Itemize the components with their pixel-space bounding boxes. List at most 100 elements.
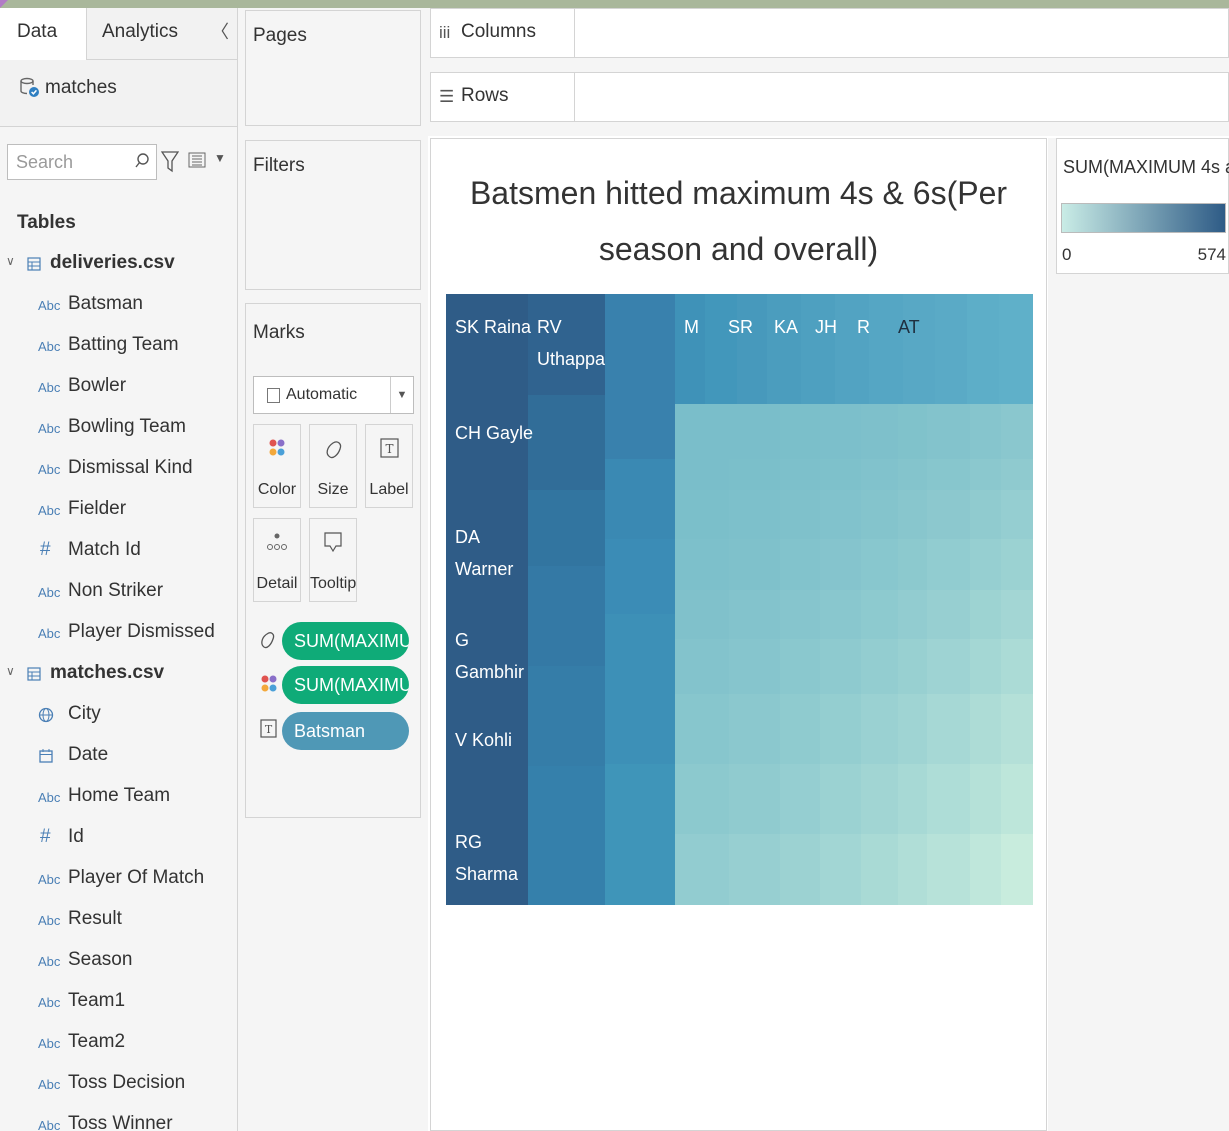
treemap-cell[interactable]	[820, 694, 861, 764]
treemap-cell[interactable]	[970, 539, 1001, 590]
treemap-cell[interactable]	[970, 639, 1001, 694]
search-input[interactable]: Search	[7, 144, 157, 180]
mark-type-dropdown[interactable]: Automatic ▼	[253, 376, 414, 414]
treemap-cell[interactable]	[970, 590, 1001, 639]
treemap-cell[interactable]	[729, 404, 780, 459]
treemap-cell[interactable]	[729, 539, 780, 590]
treemap-cell[interactable]	[780, 639, 820, 694]
treemap-cell[interactable]	[935, 294, 967, 404]
view-dropdown-icon[interactable]: ▼	[214, 151, 226, 165]
treemap-cell[interactable]	[528, 766, 605, 905]
treemap-cell[interactable]	[861, 459, 898, 490]
treemap-cell[interactable]	[820, 639, 861, 694]
treemap-cell[interactable]	[780, 834, 820, 905]
treemap-cell[interactable]	[675, 764, 729, 834]
treemap-cell[interactable]	[820, 590, 861, 639]
treemap-cell[interactable]	[605, 764, 675, 905]
treemap-cell[interactable]	[675, 490, 729, 539]
color-legend[interactable]: SUM(MAXIMUM 4s an... 0 574	[1056, 138, 1229, 274]
treemap-cell[interactable]	[729, 590, 780, 639]
treemap-cell[interactable]	[605, 294, 675, 459]
detail-button[interactable]: Detail	[253, 518, 301, 602]
color-button[interactable]: Color	[253, 424, 301, 508]
treemap-cell[interactable]	[605, 459, 675, 539]
treemap-cell[interactable]	[1001, 834, 1033, 905]
treemap-cell[interactable]	[820, 404, 861, 459]
treemap-cell[interactable]	[970, 459, 1001, 490]
treemap-cell[interactable]	[675, 834, 729, 905]
treemap-cell[interactable]	[780, 539, 820, 590]
treemap-cell[interactable]	[927, 639, 970, 694]
treemap-cell[interactable]	[1001, 639, 1033, 694]
treemap-cell[interactable]	[1001, 490, 1033, 539]
treemap-cell[interactable]	[1001, 459, 1033, 490]
treemap-cell[interactable]	[927, 490, 970, 539]
datasource-row[interactable]: matches	[0, 60, 237, 127]
treemap-cell[interactable]	[898, 834, 927, 905]
treemap-cell[interactable]	[528, 395, 605, 490]
pages-card[interactable]: Pages	[245, 10, 421, 126]
treemap-cell[interactable]	[861, 404, 898, 459]
color-pill[interactable]: SUM(MAXIMU..	[282, 666, 409, 704]
treemap-cell[interactable]	[1001, 539, 1033, 590]
treemap-cell[interactable]	[861, 590, 898, 639]
treemap-cell[interactable]	[898, 539, 927, 590]
treemap-cell[interactable]	[780, 404, 820, 459]
rows-shelf[interactable]: ☰ Rows	[430, 72, 1229, 122]
treemap-cell[interactable]	[528, 566, 605, 666]
treemap-cell[interactable]	[675, 694, 729, 764]
treemap-cell[interactable]	[1001, 590, 1033, 639]
treemap-cell[interactable]	[729, 834, 780, 905]
treemap-cell[interactable]	[675, 459, 729, 490]
treemap-cell[interactable]	[605, 539, 675, 614]
treemap-cell[interactable]	[927, 459, 970, 490]
filters-card[interactable]: Filters	[245, 140, 421, 290]
treemap-cell[interactable]	[1001, 404, 1033, 459]
treemap-cell[interactable]	[820, 764, 861, 834]
treemap-cell[interactable]	[780, 764, 820, 834]
treemap-cell[interactable]	[927, 539, 970, 590]
treemap-cell[interactable]	[820, 539, 861, 590]
treemap-cell[interactable]	[970, 490, 1001, 539]
treemap-cell[interactable]	[970, 404, 1001, 459]
size-pill[interactable]: SUM(MAXIMU..	[282, 622, 409, 660]
view-list-icon[interactable]	[188, 152, 206, 168]
treemap-cell[interactable]	[898, 459, 927, 490]
tab-data[interactable]: Data	[0, 8, 86, 60]
treemap-cell[interactable]	[898, 764, 927, 834]
treemap-cell[interactable]	[820, 459, 861, 490]
treemap-cell[interactable]	[861, 834, 898, 905]
treemap-cell[interactable]	[528, 666, 605, 766]
size-button[interactable]: Size	[309, 424, 357, 508]
treemap-cell[interactable]	[675, 539, 729, 590]
treemap-cell[interactable]	[898, 590, 927, 639]
treemap-cell[interactable]	[780, 459, 820, 490]
treemap-cell[interactable]	[927, 764, 970, 834]
treemap-cell[interactable]	[898, 694, 927, 764]
treemap-cell[interactable]	[446, 294, 528, 905]
treemap-cell[interactable]	[898, 490, 927, 539]
treemap-cell[interactable]	[861, 764, 898, 834]
treemap-cell[interactable]	[729, 639, 780, 694]
treemap-cell[interactable]	[820, 490, 861, 539]
treemap-cell[interactable]	[729, 764, 780, 834]
treemap-cell[interactable]	[780, 694, 820, 764]
treemap-cell[interactable]	[861, 694, 898, 764]
treemap-cell[interactable]	[729, 490, 780, 539]
collapse-pane-icon[interactable]: 〈	[211, 8, 229, 56]
label-pill[interactable]: Batsman	[282, 712, 409, 750]
treemap-cell[interactable]	[605, 614, 675, 764]
treemap-cell[interactable]	[861, 539, 898, 590]
columns-shelf[interactable]: iii Columns	[430, 8, 1229, 58]
treemap-cell[interactable]	[970, 834, 1001, 905]
treemap-cell[interactable]	[729, 694, 780, 764]
label-button[interactable]: T Label	[365, 424, 413, 508]
chevron-down-icon[interactable]: ∨	[6, 664, 15, 678]
treemap-cell[interactable]	[927, 590, 970, 639]
filter-icon[interactable]	[161, 150, 179, 174]
treemap-cell[interactable]	[898, 404, 927, 459]
treemap-cell[interactable]	[898, 639, 927, 694]
tooltip-button[interactable]: Tooltip	[309, 518, 357, 602]
treemap-cell[interactable]	[970, 764, 1001, 834]
treemap-cell[interactable]	[1001, 694, 1033, 764]
